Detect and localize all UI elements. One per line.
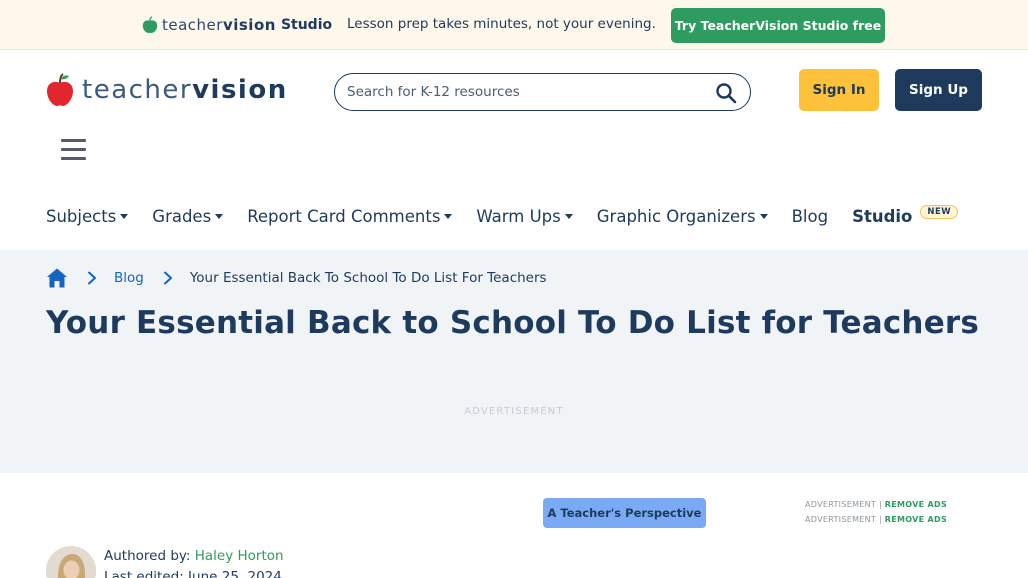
nav-label: Grades bbox=[152, 206, 212, 226]
promo-banner: teacher vision Studio Lesson prep takes … bbox=[0, 0, 1028, 50]
nav-item-blog[interactable]: Blog bbox=[792, 207, 828, 226]
nav-label: Subjects bbox=[46, 206, 117, 226]
home-icon[interactable] bbox=[46, 267, 68, 289]
caret-down-icon bbox=[759, 213, 768, 219]
remove-ads-link[interactable]: REMOVE ADS bbox=[885, 515, 947, 524]
side-ad-line: ADVERTISEMENT | REMOVE ADS bbox=[805, 515, 947, 524]
logo-wordmark-vision: vision bbox=[192, 75, 288, 105]
authored-by-label: Authored by: bbox=[104, 548, 191, 564]
nav-label: Warm Ups bbox=[476, 206, 561, 226]
author-avatar[interactable] bbox=[46, 546, 96, 578]
apple-logo-icon bbox=[47, 73, 73, 106]
site-logo[interactable]: teacher vision bbox=[46, 72, 288, 108]
logo-wordmark-teacher: teacher bbox=[82, 75, 193, 105]
promo-message: Lesson prep takes minutes, not your even… bbox=[347, 16, 656, 32]
main-nav: Subjects Grades Report Card Comments War… bbox=[46, 203, 982, 229]
chevron-right-icon bbox=[88, 271, 96, 285]
breadcrumb-current-page: Your Essential Back To School To Do List… bbox=[189, 270, 547, 286]
nav-label: Studio bbox=[852, 206, 913, 226]
remove-ads-link[interactable]: REMOVE ADS bbox=[885, 500, 947, 509]
author-photo bbox=[46, 546, 96, 578]
nav-label: Graphic Organizers bbox=[596, 206, 756, 226]
nav-label: Report Card Comments bbox=[247, 206, 441, 226]
nav-item-warm-ups[interactable]: Warm Ups bbox=[476, 206, 573, 226]
search-input[interactable] bbox=[347, 81, 697, 103]
nav-item-studio[interactable]: Studio NEW bbox=[852, 205, 959, 226]
nav-item-report-card-comments[interactable]: Report Card Comments bbox=[247, 206, 453, 226]
nav-label: Blog bbox=[791, 206, 829, 226]
new-badge: NEW bbox=[920, 205, 959, 219]
caret-down-icon bbox=[215, 213, 224, 219]
caret-down-icon bbox=[564, 213, 573, 219]
nav-item-subjects[interactable]: Subjects bbox=[46, 206, 129, 226]
last-edited: Last edited: June 25, 2024 bbox=[104, 569, 282, 578]
search-bar bbox=[334, 73, 751, 111]
side-ad-line: ADVERTISEMENT | REMOVE ADS bbox=[805, 500, 947, 509]
chevron-right-icon bbox=[163, 271, 172, 285]
sign-up-button[interactable]: Sign Up bbox=[895, 69, 982, 111]
breadcrumb-blog-link[interactable]: Blog bbox=[114, 270, 144, 286]
category-tag[interactable]: A Teacher's Perspective bbox=[543, 498, 706, 528]
nav-item-grades[interactable]: Grades bbox=[152, 206, 224, 226]
logo-wordmark-vision: vision bbox=[222, 16, 276, 34]
sign-in-button[interactable]: Sign In bbox=[799, 69, 879, 111]
side-ad-label: ADVERTISEMENT | bbox=[805, 500, 882, 509]
breadcrumb: Blog Your Essential Back To School To Do… bbox=[46, 265, 547, 291]
search-icon[interactable] bbox=[715, 82, 737, 104]
logo-wordmark-teacher: teacher bbox=[162, 16, 223, 34]
apple-logo-icon bbox=[142, 16, 158, 33]
side-ad-label: ADVERTISEMENT | bbox=[805, 515, 882, 524]
try-studio-button[interactable]: Try TeacherVision Studio free bbox=[671, 8, 885, 43]
nav-item-graphic-organizers[interactable]: Graphic Organizers bbox=[597, 207, 768, 226]
caret-down-icon bbox=[444, 213, 453, 219]
caret-down-icon bbox=[120, 213, 129, 219]
author-name-link[interactable]: Haley Horton bbox=[195, 548, 284, 564]
advertisement-label: ADVERTISEMENT bbox=[464, 406, 564, 417]
author-line: Authored by: Haley Horton bbox=[104, 548, 284, 564]
logo-wordmark-studio: Studio bbox=[280, 17, 333, 33]
page-title: Your Essential Back to School To Do List… bbox=[46, 305, 980, 341]
studio-logo[interactable]: teacher vision Studio bbox=[142, 14, 332, 36]
hamburger-menu-icon[interactable] bbox=[61, 139, 87, 163]
